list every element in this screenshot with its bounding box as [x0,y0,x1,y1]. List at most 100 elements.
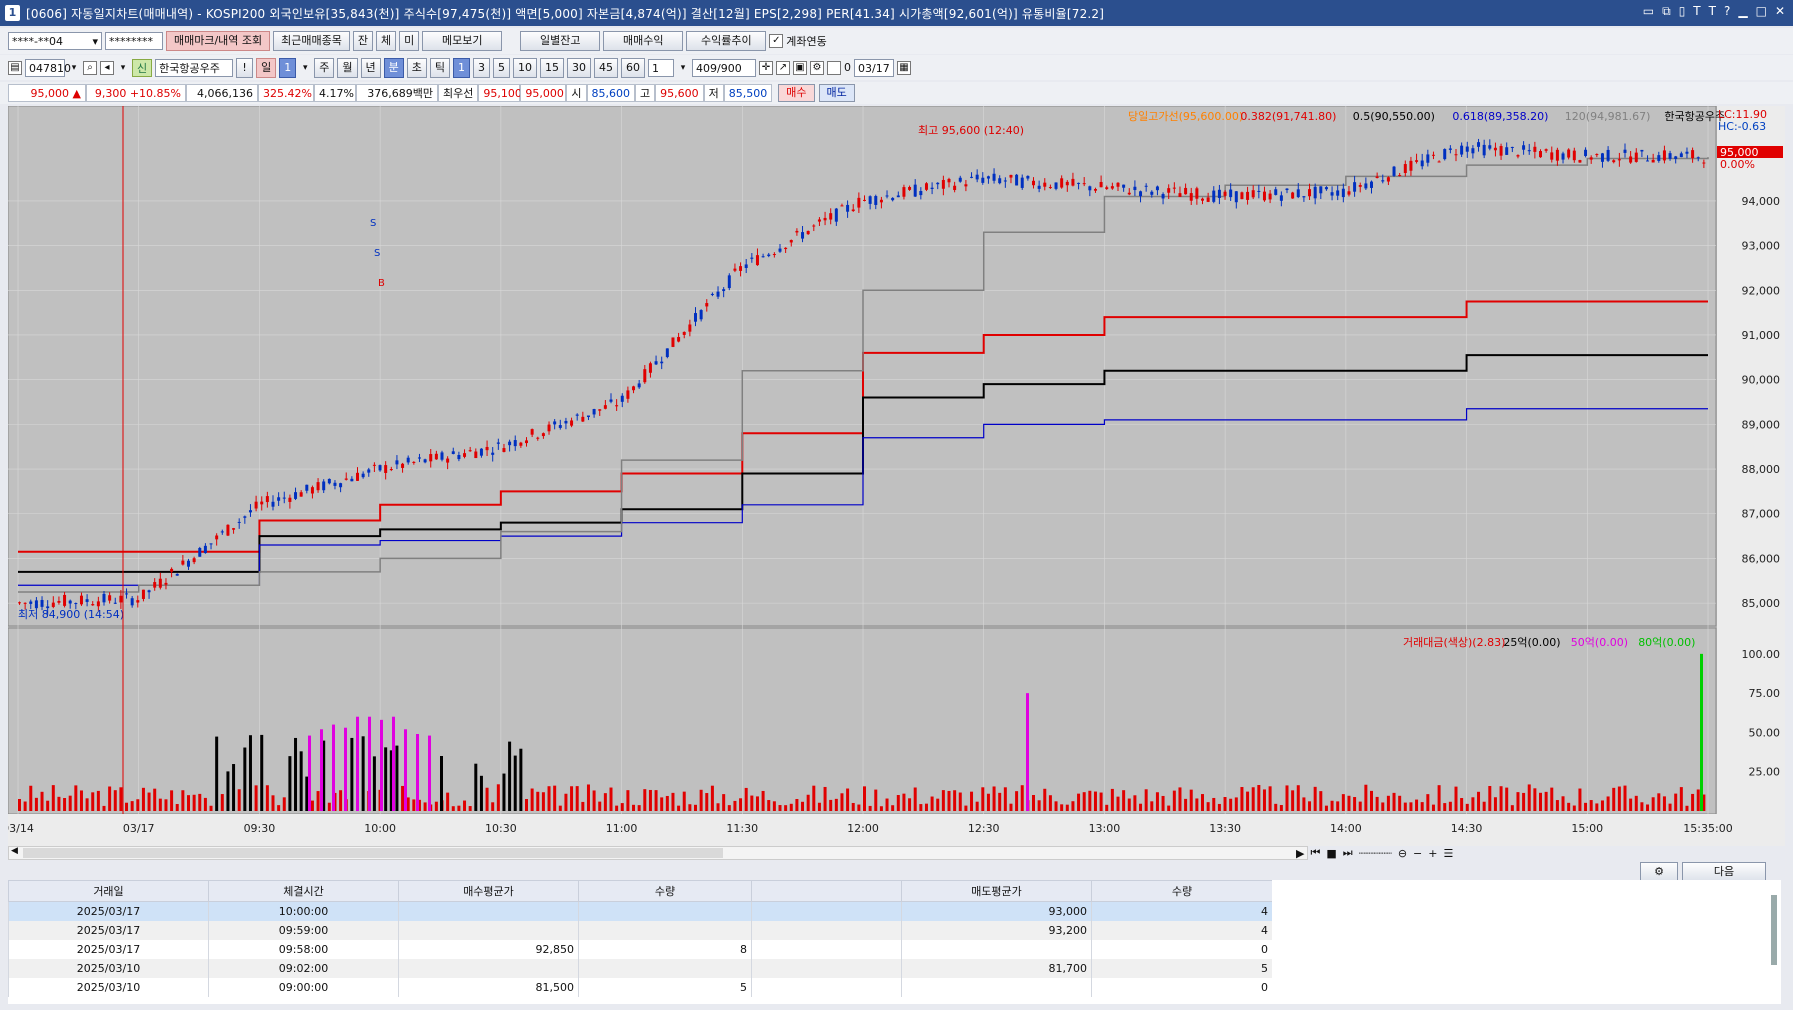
price-chart-svg[interactable]: 94,000 93,000 92,000 91,000 90,000 89,000 88,0… [2,105,1785,846]
help-icon[interactable]: ? [1724,4,1730,19]
table-row[interactable]: 2025/03/10 09:00:00 81,500 5 0 [8,977,1273,997]
minute-30[interactable]: 30 [567,57,591,78]
search-icon[interactable]: ⌕ [83,60,97,75]
trade-profit-button[interactable]: 매매수익 [603,31,684,51]
minute-1[interactable]: 1 [453,57,470,78]
sound-icon[interactable]: ◂ [100,60,114,75]
crosshair-icon[interactable]: ✛ [759,60,773,75]
return-trend-button[interactable]: 수익률추이 [686,31,767,51]
rewind-icon[interactable]: ⏮ [1310,846,1320,860]
calendar-icon[interactable]: ▦ [897,60,911,75]
daily-balance-button[interactable]: 일별잔고 [520,31,601,51]
play-icon[interactable]: ▶ [1296,847,1304,860]
chevron-down-icon[interactable]: ▾ [677,63,689,73]
candle-body [1595,154,1599,156]
account-link-checkbox[interactable]: ✓ [769,34,784,48]
stock-code-input[interactable]: 047810 [25,58,71,77]
close-icon[interactable]: ✕ [1775,4,1785,19]
period-week[interactable]: 주 [314,57,335,78]
buy-button[interactable]: 매수 [778,84,815,102]
gear-icon[interactable]: ⚙ [810,60,824,75]
plus-icon[interactable]: + [1428,847,1437,860]
minute-15[interactable]: 15 [540,57,564,78]
volume-bar [446,792,450,811]
col-trade-date[interactable]: 거래일 [8,880,209,902]
table-row[interactable]: 2025/03/17 09:58:00 92,850 8 0 [8,939,1273,959]
period-tick[interactable]: 틱 [429,57,450,78]
volume-bar [434,801,438,811]
memo-button[interactable]: 메모보기 [422,31,503,51]
balance-button[interactable]: 잔 [352,31,374,51]
col-sell-qty[interactable]: 수량 [1091,880,1273,902]
candle-body [1212,190,1216,202]
size-icon[interactable]: ▯ [1679,4,1686,19]
gear-button[interactable]: ⚙ [1640,862,1678,882]
col-buy-avg[interactable]: 매수평균가 [398,880,579,902]
day-button[interactable]: 일 [256,57,277,78]
trade-mark: B [378,278,385,289]
table-row[interactable]: 2025/03/10 09:02:00 81,700 5 [8,958,1273,978]
volume-bar [1364,784,1368,811]
minute-10[interactable]: 10 [513,57,537,78]
legend-item: 0.618(89,358.20) [1452,110,1548,123]
scroll-left-icon[interactable]: ◀ [11,846,18,856]
recent-stock-button[interactable]: 최근매매종목 [273,31,350,51]
x-tick-label: 13:00 [1089,822,1121,835]
unfilled-button[interactable]: 미 [399,31,420,51]
next-button[interactable]: 다음 [1682,862,1766,882]
chevron-down-icon[interactable]: ▾ [299,63,311,73]
chevron-down-icon[interactable]: ▾ [68,63,80,73]
day-count-select[interactable]: 1 [279,57,297,78]
volume-bar [1313,786,1317,811]
minute-3[interactable]: 3 [473,57,490,78]
chart-scrollbar[interactable]: ◀ [8,846,1308,860]
sell-button[interactable]: 매도 [818,84,855,102]
col-buy-qty[interactable]: 수량 [578,880,752,902]
table-row[interactable]: 2025/03/17 09:59:00 93,200 4 [8,920,1273,940]
date-input[interactable]: 03/17 [854,58,894,77]
text-icon[interactable]: T [1693,4,1700,19]
settings-icon[interactable]: ☰ [1443,847,1453,860]
copy-icon[interactable]: ⧉ [1662,4,1671,19]
scroll-thumb[interactable] [23,848,723,858]
draw-icon[interactable]: ↗ [776,60,790,75]
col-exec-time[interactable]: 체결시간 [208,880,399,902]
minute-60[interactable]: 60 [621,57,645,78]
stop-icon[interactable]: ■ [1326,847,1336,860]
font-icon[interactable]: T [1709,4,1716,19]
password-field[interactable]: ******** [105,32,163,50]
trade-mark-button[interactable]: 매매마크/내역 조회 [166,31,271,51]
forward-icon[interactable]: ⏭ [1343,846,1353,860]
minute-45[interactable]: 45 [594,57,618,78]
period-minute[interactable]: 분 [383,57,404,78]
col-blank[interactable] [751,880,902,902]
count-input[interactable]: 409/900 [692,58,756,77]
volume-bar [739,798,743,811]
period-month[interactable]: 월 [337,57,358,78]
volume-bar [248,735,252,811]
volume-bar [801,801,805,811]
zero-checkbox[interactable] [827,60,841,75]
period-year[interactable]: 년 [360,57,381,78]
col-sell-avg[interactable]: 매도평균가 [901,880,1092,902]
interval-input[interactable]: 1 [648,58,674,77]
zoom-slider-icon[interactable]: ┈┈┈┈┈ [1359,847,1392,860]
account-select[interactable]: ****-**04 ▾ [8,32,102,50]
period-second[interactable]: 초 [406,57,427,78]
minute-5[interactable]: 5 [493,57,510,78]
chart-area[interactable]: 94,000 93,000 92,000 91,000 90,000 89,000 88,0… [2,105,1785,846]
warning-button[interactable]: ! [236,57,254,78]
executed-button[interactable]: 체 [376,31,397,51]
table-row[interactable]: 2025/03/17 10:00:00 93,000 4 [8,901,1273,921]
zoom-out-icon[interactable]: ⊖ [1398,847,1407,860]
minus-icon[interactable]: − [1413,847,1422,860]
volume-bar [592,790,596,811]
minimize-icon[interactable]: ▁ [1738,4,1747,19]
save-icon[interactable]: ▣ [793,60,807,75]
layout-icon[interactable]: ▤ [8,60,22,75]
chevron-down-icon[interactable]: ▾ [117,63,129,73]
maximize-icon[interactable]: □ [1756,4,1767,19]
low-annotation: 최저 84,900 (14:54) [18,608,124,621]
grid-scrollbar[interactable] [1771,895,1777,965]
tile-icon[interactable]: ▭ [1643,4,1654,19]
